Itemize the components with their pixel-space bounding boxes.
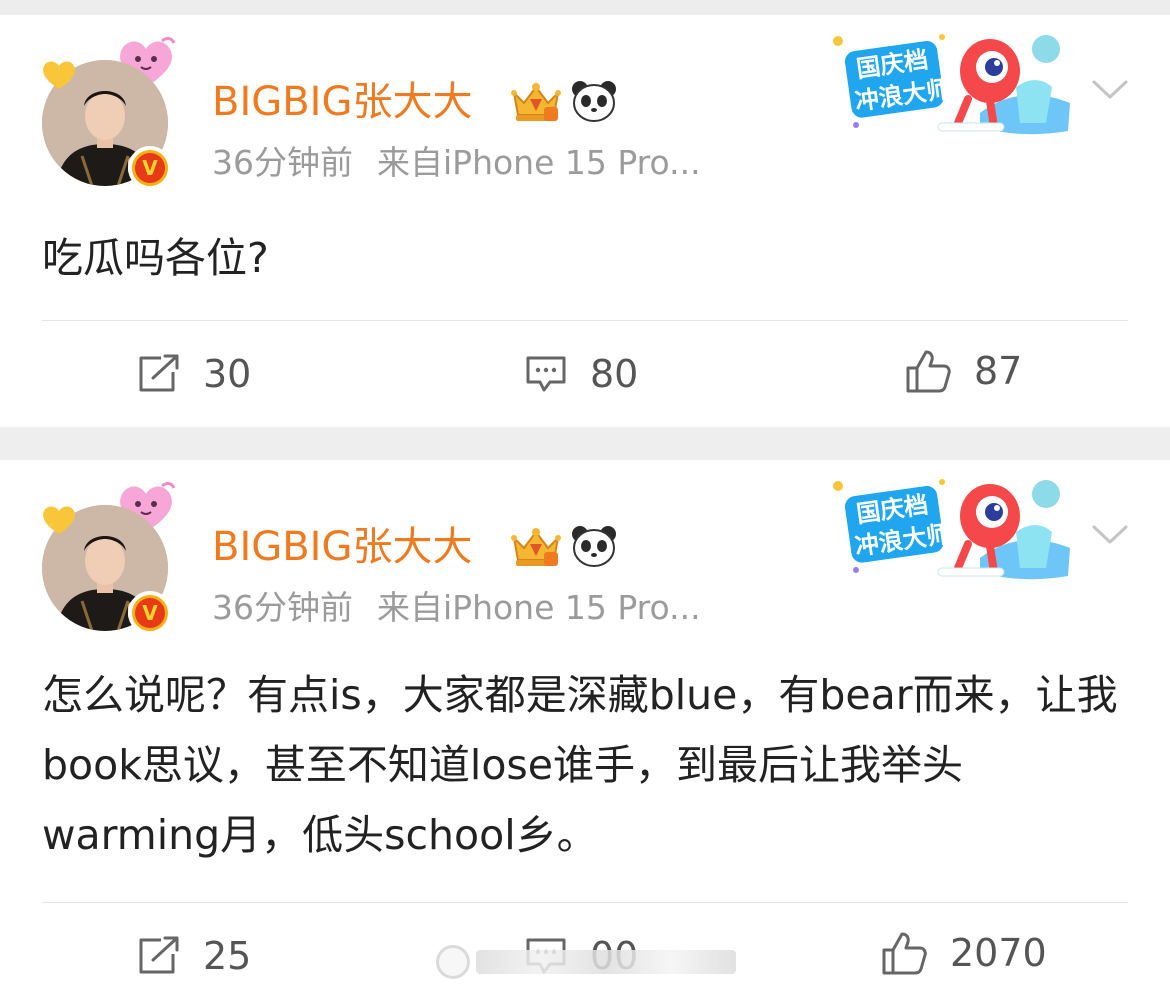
verified-badge: V [128, 146, 172, 190]
author-name[interactable]: BIGBIG张大大 [212, 77, 472, 127]
weibo-post-card[interactable]: V BIGBIG张大大 36分钟前 来自iPhone 15 Pro... 国庆档 … [0, 460, 1170, 993]
repost-icon [139, 354, 179, 392]
post-meta: 36分钟前 来自iPhone 15 Pro... [212, 143, 701, 183]
chevron-down-icon[interactable] [1090, 522, 1130, 548]
repost-count: 30 [203, 352, 252, 396]
sticker-badge: 国庆档 冲浪大师 [833, 479, 1070, 580]
panda-icon [572, 81, 616, 122]
watermark-overlay [436, 940, 736, 984]
divider [42, 902, 1128, 903]
yellow-heart-decoration-icon [43, 506, 75, 534]
comment-button[interactable]: 80 [524, 352, 638, 396]
crown-badge-icon [511, 83, 561, 121]
panda-icon [572, 526, 616, 567]
post-time: 36分钟前 [212, 143, 353, 182]
top-strip [0, 0, 1170, 15]
thumbs-up-icon [906, 350, 951, 393]
like-button[interactable]: 87 [904, 348, 1022, 394]
like-count: 87 [974, 349, 1023, 393]
thumbs-up-icon [882, 932, 927, 975]
post-time: 36分钟前 [212, 588, 353, 627]
author-name[interactable]: BIGBIG张大大 [212, 522, 472, 572]
repost-button[interactable]: 30 [137, 352, 251, 396]
post-content: 怎么说呢？有点is，大家都是深藏blue，有bear而来，让我book思议，甚至… [42, 671, 1118, 859]
divider [42, 320, 1128, 321]
verified-badge: V [128, 591, 172, 635]
chevron-down-icon[interactable] [1090, 77, 1130, 103]
crown-badge-icon [511, 528, 561, 566]
repost-icon [139, 936, 179, 974]
post-meta: 36分钟前 来自iPhone 15 Pro... [212, 588, 701, 628]
weibo-post-card[interactable]: V BIGBIG张大大 36分钟前 来自iPhone 15 Pro... 国庆档 … [0, 15, 1170, 427]
repost-button[interactable]: 25 [137, 934, 251, 978]
repost-count: 25 [203, 934, 252, 978]
like-count: 2070 [950, 931, 1047, 975]
comment-icon [526, 356, 566, 392]
yellow-heart-decoration-icon [43, 61, 75, 89]
like-button[interactable]: 2070 [880, 930, 1047, 976]
post-content: 吃瓜吗各位? [42, 234, 269, 282]
post-source: 来自iPhone 15 Pro... [377, 143, 701, 182]
comment-count: 80 [590, 352, 639, 396]
post-source: 来自iPhone 15 Pro... [377, 588, 701, 627]
sticker-badge: 国庆档 冲浪大师 [833, 34, 1070, 135]
